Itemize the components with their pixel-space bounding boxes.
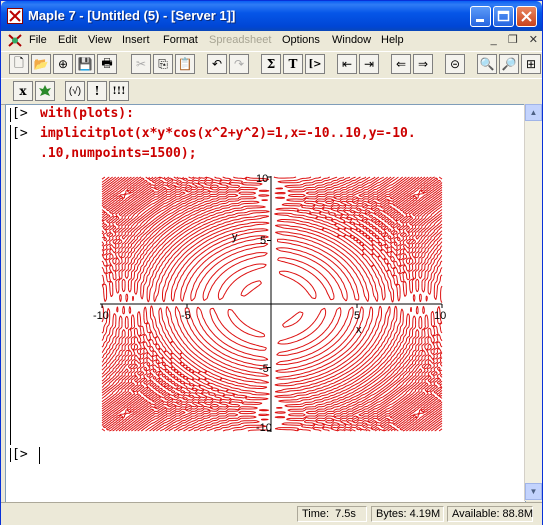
- x-tick-label: -10: [93, 310, 109, 322]
- text-label: T: [288, 57, 298, 71]
- menu-file[interactable]: File: [29, 34, 47, 46]
- y-tick-label: -10: [256, 422, 272, 434]
- menu-view[interactable]: View: [88, 34, 112, 46]
- undo-icon[interactable]: ↶: [207, 54, 227, 74]
- menu-window[interactable]: Window: [332, 34, 371, 46]
- maximize-button[interactable]: [493, 6, 514, 27]
- menu-help[interactable]: Help: [381, 34, 404, 46]
- command-input[interactable]: with(plots):: [40, 106, 134, 121]
- sum-label: Σ: [266, 57, 276, 71]
- maple-window: Maple 7 - [Untitled (5) - [Server 1]] Fi…: [0, 0, 543, 525]
- exec-group-button[interactable]: [>: [305, 54, 325, 74]
- command-input-continued[interactable]: .10,numpoints=1500);: [40, 146, 197, 161]
- maple-leaf-icon[interactable]: [35, 81, 55, 101]
- back-icon[interactable]: ⇐: [391, 54, 411, 74]
- forward-icon[interactable]: ⇒: [413, 54, 433, 74]
- x-tick-label: 10: [434, 310, 447, 322]
- maple-app-icon[interactable]: [7, 8, 23, 24]
- open-url-icon[interactable]: ⊕: [53, 54, 73, 74]
- command-input[interactable]: implicitplot(x*y*cos(x^2+y^2)=1,x=-10..1…: [40, 126, 416, 141]
- print-icon[interactable]: 🖶: [97, 54, 117, 74]
- validate-label: (√): [68, 85, 82, 97]
- open-file-icon[interactable]: 📂: [31, 54, 51, 74]
- time-label: Time:: [302, 508, 330, 520]
- plot-canvas: [100, 176, 443, 432]
- group-bracket[interactable]: [10, 125, 11, 445]
- context-toolbar: x (√) ! !!!: [1, 78, 542, 105]
- execute-label: !: [94, 84, 100, 98]
- indent-icon[interactable]: ⇤: [337, 54, 357, 74]
- y-tick-label: -5: [259, 363, 269, 375]
- status-bytes: Bytes: 4.19M: [371, 506, 444, 522]
- x-axis-label: x: [356, 324, 362, 336]
- save-icon[interactable]: 💾: [75, 54, 95, 74]
- mdi-controls: _ ❐ ✕: [491, 33, 538, 46]
- text-button[interactable]: T: [283, 54, 303, 74]
- zoom-out-icon[interactable]: 🔎: [499, 54, 519, 74]
- validate-button[interactable]: (√): [65, 81, 85, 101]
- math-input-label: x: [19, 84, 27, 98]
- new-file-icon[interactable]: 🗋: [9, 54, 29, 74]
- scroll-up-icon[interactable]: ▲: [525, 104, 542, 121]
- menu-options[interactable]: Options: [282, 34, 320, 46]
- worksheet[interactable]: [> with(plots): [> implicitplot(x*y*cos(…: [5, 104, 526, 503]
- sum-button[interactable]: Σ: [261, 54, 281, 74]
- outdent-icon[interactable]: ⇥: [359, 54, 379, 74]
- menu-edit[interactable]: Edit: [58, 34, 77, 46]
- status-time: Time: 7.5s: [297, 506, 367, 522]
- execute-all-label: !!!: [112, 85, 126, 97]
- avail-label: Available:: [452, 508, 500, 520]
- menu-insert[interactable]: Insert: [122, 34, 150, 46]
- execute-button[interactable]: !: [87, 81, 107, 101]
- y-tick-label: 5: [260, 235, 267, 247]
- vertical-scrollbar[interactable]: ▲ ▼: [524, 104, 542, 501]
- close-button[interactable]: [516, 6, 537, 27]
- x-tick-label: 5: [354, 310, 361, 322]
- bytes-value: 4.19M: [409, 508, 441, 520]
- mdi-close-icon[interactable]: ✕: [529, 34, 538, 46]
- group-bracket[interactable]: [10, 448, 11, 462]
- window-title: Maple 7 - [Untitled (5) - [Server 1]]: [28, 8, 236, 23]
- bytes-label: Bytes:: [376, 508, 407, 520]
- copy-icon[interactable]: ⎘: [153, 54, 173, 74]
- mdi-restore-icon[interactable]: ❐: [508, 34, 518, 46]
- document-icon[interactable]: [7, 33, 23, 48]
- x-tick-label: -5: [181, 310, 191, 322]
- menu-bar: File Edit View Insert Format Spreadsheet…: [1, 31, 542, 50]
- cut-icon[interactable]: ✂: [131, 54, 151, 74]
- minimize-button[interactable]: [470, 6, 491, 27]
- math-input-button[interactable]: x: [13, 81, 33, 101]
- input-prompt: [>: [12, 106, 28, 121]
- implicit-plot[interactable]: -10 -5 5 10 x 10 5 y -5 -10: [92, 173, 452, 436]
- avail-value: 88.8M: [502, 508, 534, 520]
- menu-format[interactable]: Format: [163, 34, 198, 46]
- title-bar[interactable]: Maple 7 - [Untitled (5) - [Server 1]]: [1, 1, 542, 31]
- zoom-fit-icon[interactable]: ⊞: [521, 54, 541, 74]
- text-caret: [39, 447, 40, 464]
- mdi-minimize-icon[interactable]: _: [491, 34, 497, 46]
- exec-group-label: [>: [308, 58, 322, 70]
- status-available: Available: 88.8M: [447, 506, 533, 522]
- redo-icon[interactable]: ↷: [229, 54, 249, 74]
- stop-icon[interactable]: ⊝: [445, 54, 465, 74]
- time-value: 7.5s: [335, 508, 356, 520]
- y-tick-label: 10: [256, 173, 269, 185]
- zoom-in-icon[interactable]: 🔍: [477, 54, 497, 74]
- status-bar: Time: 7.5s Bytes: 4.19M Available: 88.8M: [1, 502, 542, 525]
- input-prompt: [>: [12, 447, 28, 462]
- input-prompt: [>: [12, 126, 28, 141]
- main-toolbar: 🗋 📂 ⊕ 💾 🖶 ✂ ⎘ 📋 ↶ ↷ Σ T [> ⇤ ⇥ ⇐ ⇒ ⊝ 🔍 🔎…: [1, 51, 542, 79]
- scroll-down-icon[interactable]: ▼: [525, 483, 542, 500]
- execute-all-button[interactable]: !!!: [109, 81, 129, 101]
- y-axis-label: y: [232, 231, 238, 243]
- menu-spreadsheet[interactable]: Spreadsheet: [209, 34, 271, 46]
- paste-icon[interactable]: 📋: [175, 54, 195, 74]
- group-bracket[interactable]: [10, 108, 11, 122]
